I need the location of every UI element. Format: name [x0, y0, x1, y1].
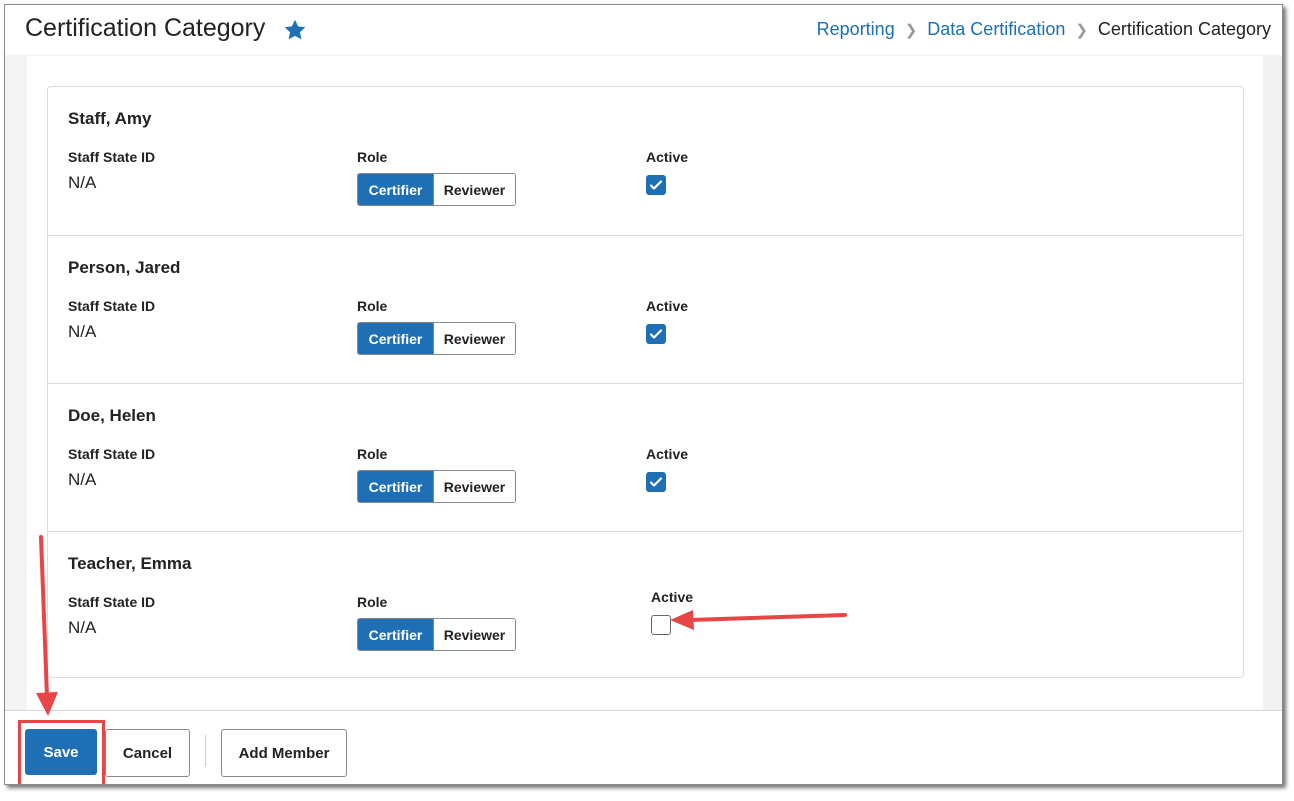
content-panel: Staff, Amy Staff State ID N/A Role Certi…: [27, 56, 1263, 710]
staff-state-id-value: N/A: [68, 322, 97, 341]
staff-state-id-label: Staff State ID: [68, 298, 156, 314]
staff-state-id-value: N/A: [68, 618, 97, 637]
member-list: Staff, Amy Staff State ID N/A Role Certi…: [47, 86, 1244, 678]
member-name: Teacher, Emma: [68, 554, 192, 573]
checkmark-icon: [649, 180, 663, 190]
active-label: Active: [646, 446, 689, 462]
role-certifier-button[interactable]: Certifier: [358, 323, 433, 354]
active-checkbox[interactable]: [646, 472, 666, 492]
checkmark-icon: [649, 329, 663, 339]
role-label: Role: [357, 446, 388, 462]
staff-state-id-label: Staff State ID: [68, 446, 156, 462]
active-label: Active: [651, 589, 694, 605]
breadcrumb-reporting[interactable]: Reporting: [817, 19, 895, 40]
member-name: Person, Jared: [68, 258, 181, 277]
role-certifier-button[interactable]: Certifier: [358, 471, 433, 502]
role-toggle: Certifier Reviewer: [357, 322, 516, 355]
role-certifier-button[interactable]: Certifier: [358, 619, 433, 650]
role-label: Role: [357, 149, 388, 165]
active-checkbox[interactable]: [651, 615, 671, 635]
save-highlight-box: [18, 720, 105, 784]
staff-state-id-label: Staff State ID: [68, 149, 156, 165]
checkmark-icon: [649, 477, 663, 487]
role-reviewer-button[interactable]: Reviewer: [433, 619, 515, 650]
divider: [205, 735, 206, 767]
role-toggle: Certifier Reviewer: [357, 470, 516, 503]
chevron-right-icon: ❯: [1075, 21, 1088, 39]
page-header: Certification Category Reporting ❯ Data …: [5, 5, 1282, 55]
breadcrumb-data-certification[interactable]: Data Certification: [927, 19, 1065, 40]
role-reviewer-button[interactable]: Reviewer: [433, 471, 515, 502]
scrollbar-track[interactable]: [1263, 56, 1282, 710]
role-reviewer-button[interactable]: Reviewer: [433, 323, 515, 354]
role-certifier-button[interactable]: Certifier: [358, 174, 433, 205]
cancel-button[interactable]: Cancel: [105, 729, 190, 777]
role-reviewer-button[interactable]: Reviewer: [433, 174, 515, 205]
member-name: Staff, Amy: [68, 109, 152, 128]
role-label: Role: [357, 594, 388, 610]
active-label: Active: [646, 298, 689, 314]
active-checkbox[interactable]: [646, 324, 666, 344]
member-name: Doe, Helen: [68, 406, 156, 425]
role-toggle: Certifier Reviewer: [357, 618, 516, 651]
staff-state-id-value: N/A: [68, 173, 97, 192]
active-checkbox[interactable]: [646, 175, 666, 195]
staff-state-id-label: Staff State ID: [68, 594, 156, 610]
action-bar: Save Cancel Add Member: [5, 710, 1282, 784]
breadcrumb-current: Certification Category: [1097, 19, 1271, 39]
role-label: Role: [357, 298, 388, 314]
member-row: Staff, Amy Staff State ID N/A Role Certi…: [48, 87, 1243, 234]
breadcrumb: Reporting ❯ Data Certification ❯ Certifi…: [817, 19, 1271, 40]
page-title: Certification Category: [25, 14, 266, 42]
role-toggle: Certifier Reviewer: [357, 173, 516, 206]
member-row: Doe, Helen Staff State ID N/A Role Certi…: [48, 383, 1243, 531]
chevron-right-icon: ❯: [904, 21, 918, 39]
active-label: Active: [646, 149, 689, 165]
favorite-star-icon[interactable]: [283, 18, 307, 42]
add-member-button[interactable]: Add Member: [221, 729, 347, 777]
staff-state-id-value: N/A: [68, 470, 97, 489]
member-row: Teacher, Emma Staff State ID N/A Role Ce…: [48, 531, 1243, 679]
app-window: Certification Category Reporting ❯ Data …: [4, 4, 1283, 785]
member-row: Person, Jared Staff State ID N/A Role Ce…: [48, 235, 1243, 383]
